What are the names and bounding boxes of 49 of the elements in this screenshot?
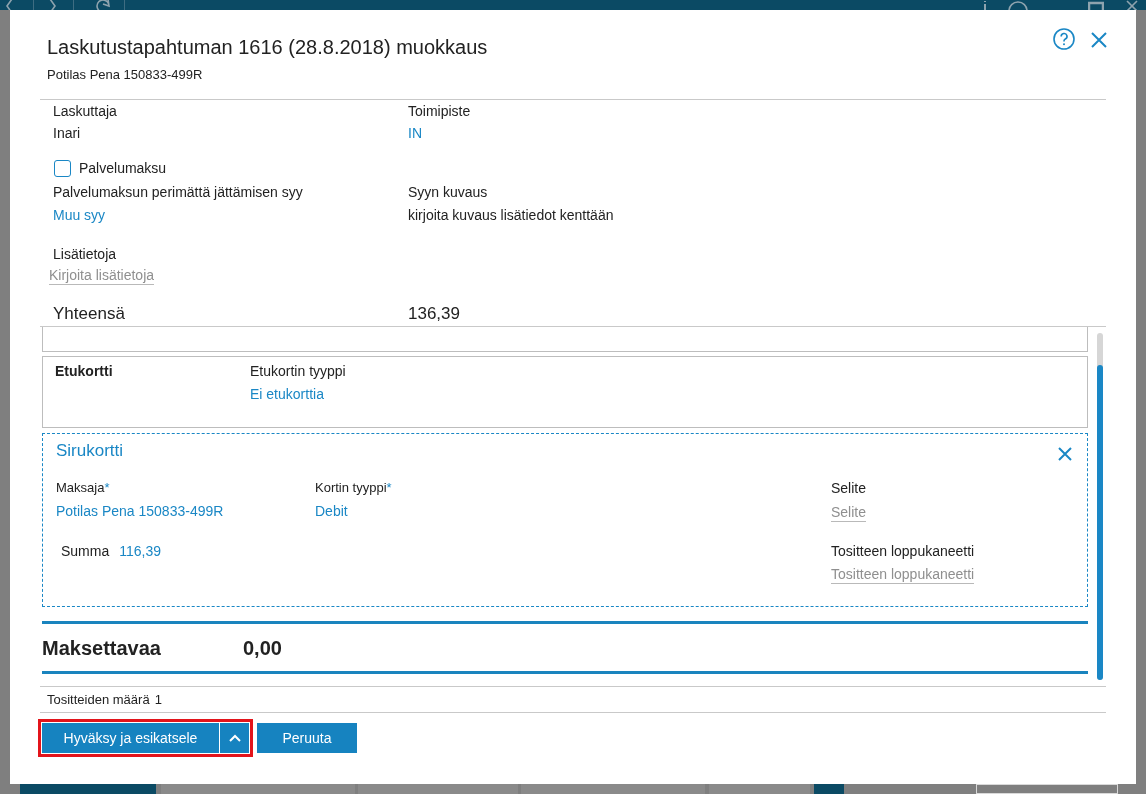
chevron-right-icon[interactable] [48,0,58,10]
input-field[interactable]: Tositteen loppukaneetti [831,564,975,584]
dropdown-toggle-button[interactable] [219,723,249,753]
field-label: Tositteen loppukaneetti [831,542,975,560]
panel-title: Etukortti [55,362,113,380]
value-link[interactable]: Potilas Pena 150833-499R [56,502,224,520]
field-label: Summa [61,542,110,560]
close-icon[interactable] [1058,447,1072,461]
value-link[interactable]: 116,39 [119,542,161,560]
field-value: Inari [53,124,81,143]
amount-due-value: 0,00 [243,635,282,661]
total-value: 136,39 [408,303,460,325]
close-icon[interactable] [1091,32,1107,48]
checkbox-label: Palvelumaksu [79,159,167,178]
approve-button[interactable]: Hyväksy ja esikatsele [42,723,219,753]
field-label: Toimipiste [408,102,471,121]
background-tile [814,784,844,794]
input-field[interactable]: Selite [831,502,867,522]
info-icon[interactable] [982,0,988,10]
field-label: Maksaja* [56,479,110,497]
value-link[interactable]: Debit [315,502,348,520]
help-icon[interactable] [1008,0,1028,10]
field-label: Laskuttaja [53,102,117,121]
chevron-up-icon [228,734,241,742]
panel-title: Sirukortti [56,440,124,462]
window-icon[interactable] [1088,0,1104,10]
input-field[interactable]: Kirjoita lisätietoja [49,265,155,285]
refresh-icon[interactable] [95,0,111,10]
field-label: Etukortin tyyppi [250,362,346,380]
value-link[interactable]: Ei etukorttia [250,385,324,403]
help-icon[interactable] [1053,28,1075,50]
cancel-button[interactable]: Peruuta [257,723,357,753]
receipt-count-value: 1 [154,690,162,709]
dialog-title: Laskutustapahtuman 1616 (28.8.2018) muokkaus [47,35,488,60]
receipt-count-label: Tositteiden määrä [47,690,150,709]
chevron-left-icon[interactable] [4,0,14,10]
field-label: Syyn kuvaus [408,183,488,202]
close-icon[interactable] [1126,0,1138,10]
field-label: Selite [831,479,867,497]
field-label: Palvelumaksun perimättä jättämisen syy [53,183,303,202]
checkbox[interactable] [54,159,71,177]
total-label: Yhteensä [53,303,125,325]
amount-due-label: Maksettavaa [42,635,162,661]
field-label: Kortin tyyppi* [315,479,392,497]
dialog-subtitle: Potilas Pena 150833-499R [47,66,203,84]
field-value: kirjoita kuvaus lisätiedot kenttään [408,206,614,225]
field-label: Lisätietoja [53,245,117,264]
value-link[interactable]: Muu syy [53,204,106,226]
value-link[interactable]: IN [408,122,422,144]
